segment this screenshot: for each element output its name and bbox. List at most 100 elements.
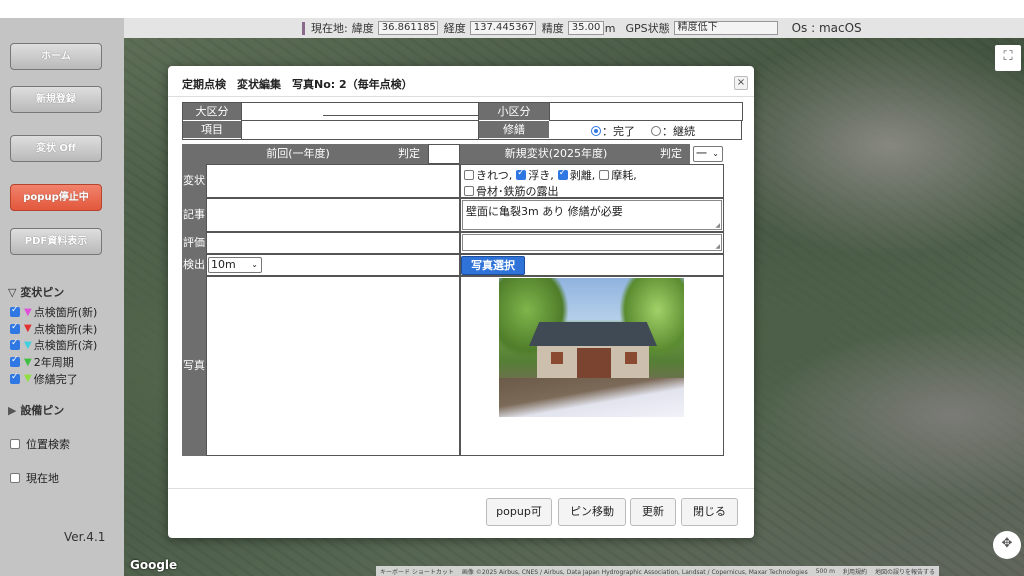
pin-icon: ▼ bbox=[24, 339, 32, 351]
check-exposure[interactable]: 骨材･鉄筋の露出 bbox=[464, 183, 559, 199]
checkbox[interactable] bbox=[10, 439, 20, 449]
major-class-label: 大区分 bbox=[183, 103, 241, 120]
classification-table: 大区分 小区分 項目 修繕 ：完了 ：継続 bbox=[182, 102, 743, 140]
current-location-label: 現在地: bbox=[311, 22, 348, 35]
anomaly-checks-row1: きれつ, 浮き, 剥離, 摩耗, bbox=[464, 167, 641, 183]
pin-icon: ▼ bbox=[24, 356, 32, 368]
current-location-option[interactable]: 現在地 bbox=[10, 470, 59, 486]
new-register-button[interactable]: 新規登録 bbox=[10, 86, 102, 113]
new-judge-value: 一 bbox=[696, 147, 707, 160]
expand-triangle-icon: ▶ bbox=[8, 404, 17, 417]
minor-class-field[interactable] bbox=[549, 102, 743, 121]
map-compass-icon[interactable]: ✥ bbox=[993, 531, 1021, 559]
check-label: 摩耗, bbox=[611, 169, 637, 182]
photo-roof bbox=[529, 322, 657, 346]
checkbox[interactable] bbox=[10, 322, 20, 334]
google-logo: Google bbox=[130, 558, 178, 572]
inspection-photo[interactable] bbox=[499, 278, 684, 417]
keyboard-shortcuts-link[interactable]: キーボード ショートカット bbox=[376, 567, 458, 576]
prev-judge-label: 判定 bbox=[390, 144, 428, 164]
checkbox[interactable] bbox=[464, 186, 474, 196]
pin-move-button[interactable]: ピン移動 bbox=[558, 498, 626, 526]
current-location-label: 現在地 bbox=[26, 472, 59, 485]
photo-select-button[interactable]: 写真選択 bbox=[461, 256, 525, 275]
latitude-label: 緯度 bbox=[351, 22, 374, 35]
detect-value: 10m bbox=[211, 258, 236, 271]
divider bbox=[168, 96, 754, 97]
repair-continue-radio[interactable] bbox=[651, 126, 661, 136]
evaluation-textarea[interactable]: ◢ bbox=[462, 234, 722, 251]
checkbox[interactable] bbox=[10, 473, 20, 483]
pin-icon: ▼ bbox=[24, 373, 32, 385]
check-wear[interactable]: 摩耗, bbox=[599, 167, 637, 183]
checkbox[interactable] bbox=[516, 168, 527, 180]
os-info: Os : macOS bbox=[791, 21, 862, 35]
checkbox[interactable] bbox=[464, 170, 474, 180]
pdf-show-button[interactable]: PDF資料表示 bbox=[10, 228, 102, 255]
check-float[interactable]: 浮き, bbox=[516, 167, 554, 183]
pin-filter-new[interactable]: ▼点検箇所(新) bbox=[10, 304, 97, 321]
checkbox[interactable] bbox=[557, 168, 568, 180]
report-error-link[interactable]: 地図の誤りを報告する bbox=[871, 567, 939, 576]
popup-enable-button[interactable]: popup可 bbox=[486, 498, 552, 526]
divider bbox=[168, 488, 754, 489]
anomaly-pin-list: ▼点検箇所(新) ▼点検箇所(未) ▼点検箇所(済) ▼2年周期 ▼修繕完了 bbox=[10, 304, 97, 387]
anomaly-edit-dialog: 定期点検 変状編集 写真No: 2（毎年点検） × 大区分 小区分 項目 修繕 … bbox=[168, 66, 754, 538]
location-search-option[interactable]: 位置検索 bbox=[10, 436, 70, 452]
latitude-field: 36.861185 bbox=[377, 21, 438, 35]
pin-icon: ▼ bbox=[24, 306, 32, 318]
longitude-label: 経度 bbox=[443, 22, 466, 35]
close-icon[interactable]: × bbox=[734, 76, 748, 90]
longitude-field: 137.445367 bbox=[469, 21, 536, 35]
check-crack[interactable]: きれつ, bbox=[464, 167, 512, 183]
pin-filter-pending[interactable]: ▼点検箇所(未) bbox=[10, 321, 97, 338]
pin-filter-repaired[interactable]: ▼修繕完了 bbox=[10, 370, 97, 387]
checkbox[interactable] bbox=[10, 355, 20, 368]
update-button[interactable]: 更新 bbox=[630, 498, 676, 526]
pin-label: 点検箇所(済) bbox=[33, 339, 98, 353]
close-button[interactable]: 閉じる bbox=[681, 498, 738, 526]
major-class-field[interactable] bbox=[241, 102, 479, 121]
prev-year-header: 前回(一年度) bbox=[206, 144, 390, 164]
chevron-down-icon: ⌄ bbox=[712, 149, 719, 158]
checkbox[interactable] bbox=[599, 170, 610, 180]
new-judge-select[interactable]: 一 ⌄ bbox=[693, 146, 723, 162]
anomaly-pins-header[interactable]: ▽ 変状ピン bbox=[8, 284, 64, 300]
version-label: Ver.4.1 bbox=[64, 530, 106, 544]
detect-select[interactable]: 10m ⌄ bbox=[208, 257, 262, 273]
status-marker-icon bbox=[302, 21, 305, 35]
facility-pins-label: 設備ピン bbox=[20, 404, 65, 417]
resize-grip-icon[interactable]: ◢ bbox=[715, 222, 720, 229]
location-search-label: 位置検索 bbox=[26, 438, 70, 451]
terms-link[interactable]: 利用規約 bbox=[839, 567, 871, 576]
check-label: 浮き, bbox=[528, 169, 554, 182]
item-field[interactable] bbox=[241, 120, 479, 140]
photo-label: 写真 bbox=[182, 276, 206, 456]
check-peel[interactable]: 剥離, bbox=[557, 167, 595, 183]
resize-grip-icon[interactable]: ◢ bbox=[715, 243, 720, 250]
anomaly-pins-label: 変状ピン bbox=[20, 286, 65, 299]
minor-class-label: 小区分 bbox=[479, 103, 549, 120]
scale-label: 500 m bbox=[815, 567, 835, 575]
anomaly-toggle-button[interactable]: 変状 Off bbox=[10, 135, 102, 162]
checkbox[interactable] bbox=[10, 338, 20, 351]
notes-textarea[interactable]: 壁面に亀裂3m あり 修繕が必要 ◢ bbox=[462, 200, 722, 230]
pin-filter-done[interactable]: ▼点検箇所(済) bbox=[10, 337, 97, 354]
checkbox[interactable] bbox=[10, 372, 20, 384]
repair-complete-label: ：完了 bbox=[602, 125, 635, 138]
facility-pins-header[interactable]: ▶ 設備ピン bbox=[8, 402, 64, 418]
new-anomaly-header: 新規変状(2025年度) bbox=[460, 144, 652, 164]
photo-ground bbox=[499, 378, 684, 417]
chevron-down-icon: ⌄ bbox=[251, 260, 258, 269]
popup-stop-button[interactable]: popup停止中 bbox=[10, 184, 102, 211]
prev-anomaly-cell bbox=[206, 164, 460, 198]
home-button[interactable]: ホーム bbox=[10, 43, 102, 70]
fullscreen-icon[interactable]: ⛶ bbox=[995, 45, 1021, 71]
repair-complete-radio[interactable] bbox=[591, 126, 601, 136]
map-attribution: キーボード ショートカット 画像 ©2025 Airbus, CNES / Ai… bbox=[376, 566, 939, 576]
pin-filter-biennial[interactable]: ▼2年周期 bbox=[10, 354, 97, 371]
prev-evaluation-cell bbox=[206, 232, 460, 254]
new-judge-label: 判定 bbox=[652, 144, 690, 164]
check-label: 骨材･鉄筋の露出 bbox=[476, 185, 559, 198]
checkbox[interactable] bbox=[10, 305, 20, 318]
